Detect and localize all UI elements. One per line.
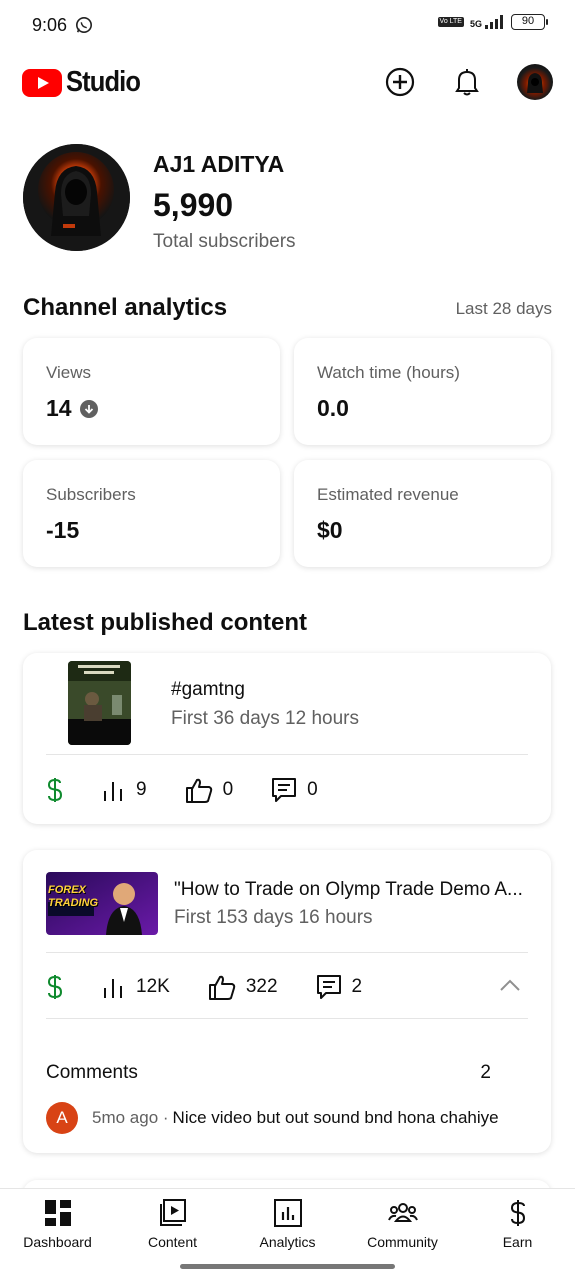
arrow-down-icon (79, 399, 98, 418)
thumbnail-overlay-text: FOREX TRADING (48, 884, 99, 909)
revenue-card[interactable]: Estimated revenue $0 (294, 460, 551, 567)
community-icon (387, 1203, 418, 1222)
comment-text: Nice video but out sound bnd hona chahiy… (172, 1108, 499, 1127)
notifications-button[interactable] (451, 66, 483, 98)
views-card[interactable]: Views 14 (23, 338, 280, 445)
video-thumbnail[interactable]: FOREX TRADING (46, 872, 158, 935)
analytics-icon (273, 1199, 302, 1227)
chevron-up-icon (500, 979, 520, 991)
create-button[interactable] (384, 66, 416, 98)
video-title: "How to Trade on Olymp Trade Demo A... (174, 879, 523, 900)
comments-stat: 0 (271, 777, 318, 803)
nav-community[interactable]: Community (345, 1199, 460, 1250)
card-label: Watch time (hours) (317, 363, 460, 382)
content-card[interactable]: FOREX TRADING "How to Trade on Olymp Tra… (23, 850, 551, 1153)
subscriber-label: Total subscribers (153, 231, 296, 252)
latest-content-title: Latest published content (23, 609, 308, 636)
logo-text: Studio (66, 66, 141, 98)
hooded-figure-icon (527, 73, 543, 93)
nav-dashboard[interactable]: Dashboard (0, 1199, 115, 1250)
comment-icon (316, 975, 341, 999)
nav-label: Community (367, 1234, 438, 1250)
video-duration-stat: First 36 days 12 hours (171, 708, 359, 729)
dollar-icon (47, 778, 63, 802)
short-thumbnail-image (68, 661, 131, 745)
video-stats: 12K 322 2 (46, 972, 400, 1002)
bar-chart-icon (104, 782, 122, 801)
monetization-stat (46, 777, 64, 803)
nav-label: Analytics (259, 1234, 316, 1250)
home-indicator[interactable] (180, 1264, 395, 1269)
divider (46, 1018, 528, 1019)
nav-label: Earn (502, 1234, 533, 1250)
content-card[interactable]: #gamtng First 36 days 12 hours 9 0 0 (23, 653, 551, 824)
video-duration-stat: First 153 days 16 hours (174, 907, 373, 928)
comment-item[interactable]: A 5mo ago · Nice video but out sound bnd… (46, 1102, 499, 1134)
views-stat: 12K (102, 976, 170, 998)
account-avatar[interactable] (517, 64, 553, 100)
youtube-studio-logo[interactable]: Studio (22, 66, 150, 99)
thumbs-up-icon (208, 975, 236, 1000)
video-thumbnail[interactable] (68, 661, 131, 745)
card-value: 14 (46, 395, 98, 422)
channel-avatar[interactable] (23, 144, 130, 251)
comments-label: Comments (46, 1062, 138, 1083)
video-title: #gamtng (171, 679, 245, 700)
card-label: Estimated revenue (317, 485, 459, 504)
likes-stat: 0 (185, 777, 233, 803)
card-value: 0.0 (317, 395, 349, 421)
nav-analytics[interactable]: Analytics (230, 1199, 345, 1250)
collapse-button[interactable] (499, 978, 521, 997)
watch-time-card[interactable]: Watch time (hours) 0.0 (294, 338, 551, 445)
nav-earn[interactable]: Earn (460, 1199, 575, 1250)
subscriber-count: 5,990 (153, 187, 234, 223)
comments-stat: 2 (316, 974, 362, 1000)
comment-time: 5mo ago · (92, 1108, 169, 1127)
commenter-avatar: A (46, 1102, 78, 1134)
divider (46, 754, 528, 755)
add-circle-icon (385, 67, 415, 97)
video-stats: 9 0 0 (46, 775, 356, 805)
card-label: Subscribers (46, 485, 136, 504)
comment-icon (272, 778, 297, 802)
battery-icon: 90 (511, 14, 548, 30)
nav-content[interactable]: Content (115, 1199, 230, 1250)
thumbs-up-icon (185, 778, 212, 803)
views-stat: 9 (102, 779, 147, 801)
status-icons: Vo LTE 5G 90 (437, 14, 548, 30)
channel-name: AJ1 ADITYA (153, 151, 285, 177)
signal-icon: 5G (470, 15, 505, 29)
analytics-title: Channel analytics (23, 294, 228, 321)
whatsapp-icon (76, 16, 93, 34)
app-bar: Studio (0, 60, 575, 106)
card-value: -15 (46, 517, 80, 543)
nav-label: Dashboard (23, 1234, 92, 1250)
dollar-icon (47, 975, 63, 999)
likes-stat: 322 (208, 974, 278, 1000)
status-bar: 9:06 Vo LTE 5G 90 (0, 0, 575, 50)
analytics-period: Last 28 days (455, 299, 552, 318)
subscribers-card[interactable]: Subscribers -15 (23, 460, 280, 567)
volte-icon: Vo LTE (437, 17, 464, 27)
earn-icon (510, 1200, 525, 1226)
dashboard-icon (44, 1200, 71, 1226)
youtube-play-icon (22, 68, 62, 97)
status-time: 9:06 (32, 14, 68, 35)
bell-icon (455, 69, 479, 96)
nav-label: Content (147, 1234, 198, 1250)
comments-count: 2 (480, 1062, 491, 1083)
content-icon (159, 1199, 186, 1226)
channel-logo-icon (23, 144, 130, 251)
monetization-stat (46, 974, 64, 1000)
card-label: Views (46, 363, 92, 382)
bar-chart-icon (104, 979, 122, 998)
divider (46, 952, 528, 953)
card-value: $0 (317, 517, 343, 543)
